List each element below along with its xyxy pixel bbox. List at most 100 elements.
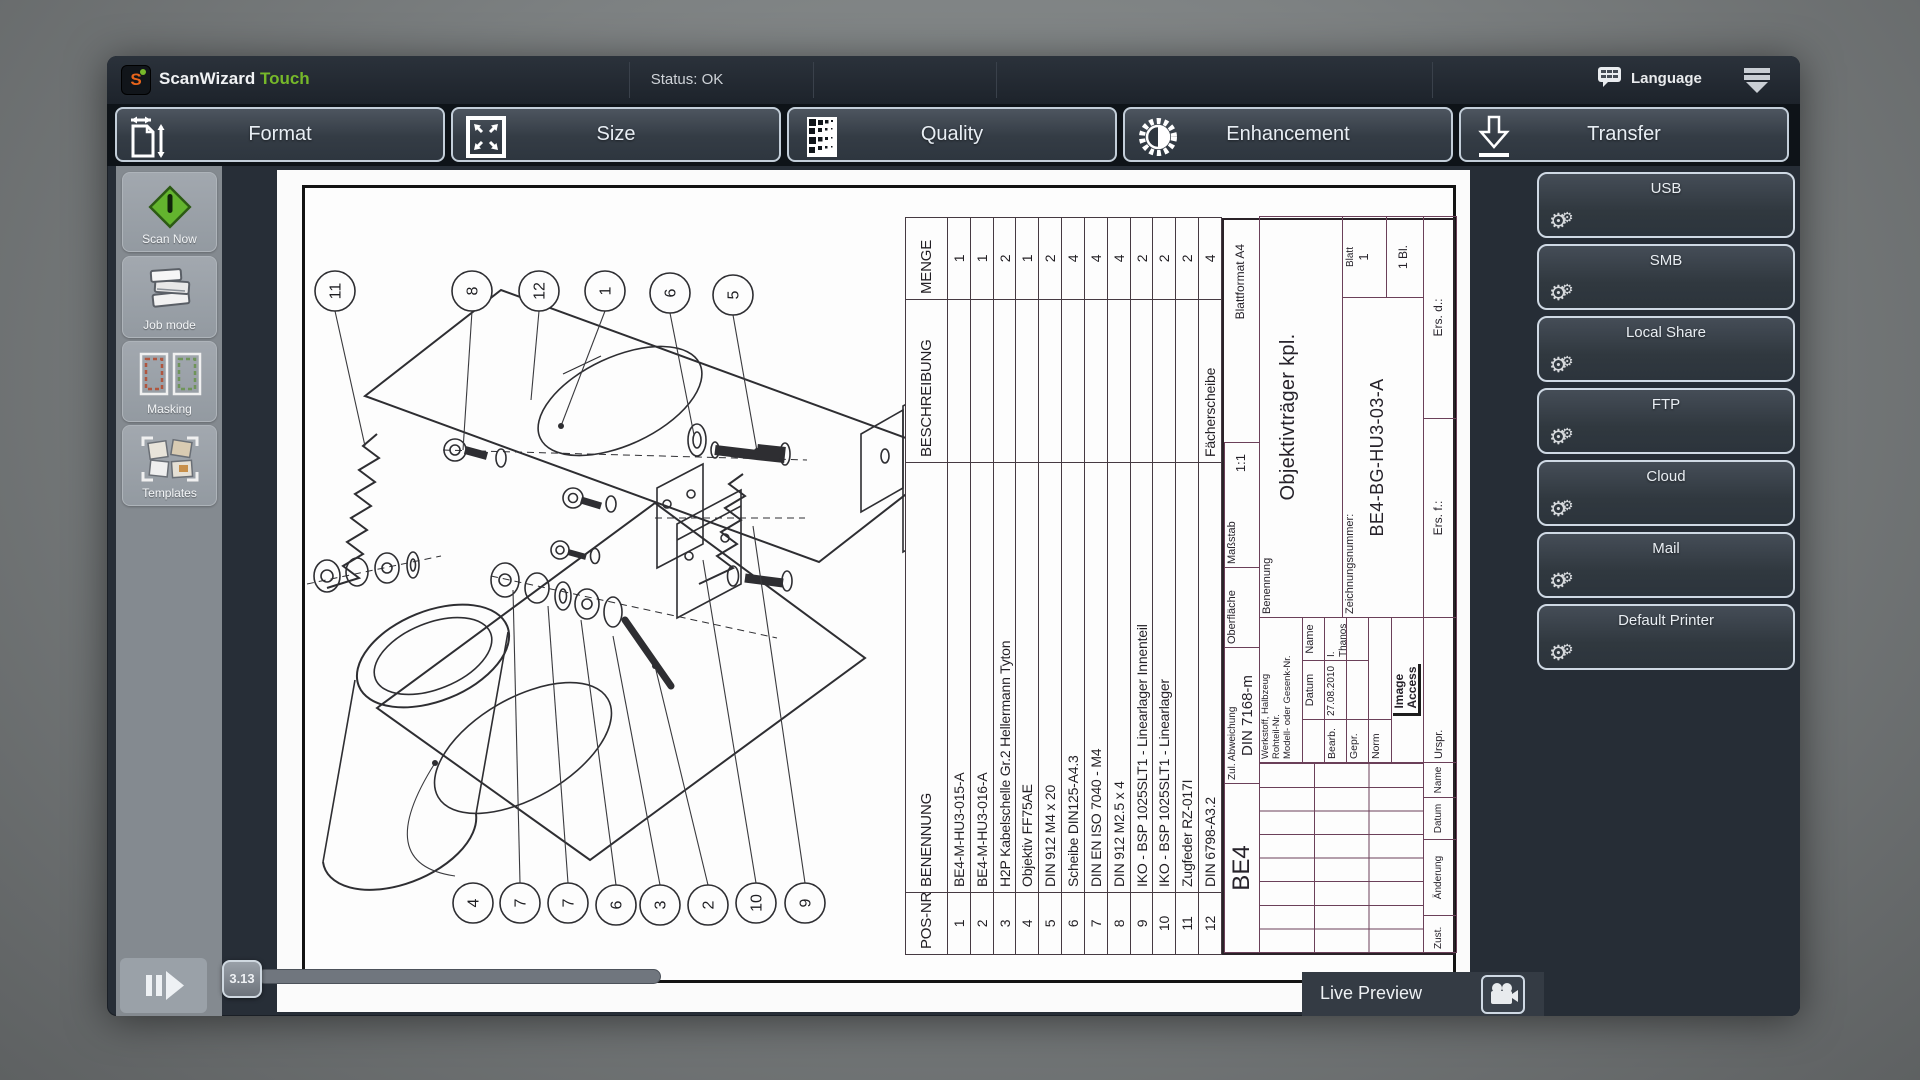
menu-dropdown-button[interactable]	[1739, 65, 1775, 95]
gears-icon: ⚙⚙	[1549, 355, 1573, 376]
scanned-page: 11 8 12 1 6 5 4 7 7 6 3 2 10 9 POS-NR.	[302, 185, 1456, 983]
scan-now-button[interactable]: Scan Now	[122, 172, 217, 252]
transfer-ftp-button[interactable]: FTP ⚙⚙	[1537, 388, 1795, 454]
table-row: 6Scheibe DIN125-A4.34	[1062, 218, 1085, 955]
transfer-smb-button[interactable]: SMB ⚙⚙	[1537, 244, 1795, 310]
templates-label: Templates	[123, 486, 216, 500]
language-label: Language	[1631, 70, 1702, 87]
preview-scrollbar[interactable]	[257, 969, 661, 984]
balloon-label: 5	[726, 290, 743, 299]
tab-size-label: Size	[453, 109, 779, 160]
titleblock-designation: Benennung Objektivträger kpl.	[1259, 216, 1343, 618]
balloon-label: 7	[513, 898, 530, 907]
titleblock-surface: Oberfläche	[1224, 567, 1260, 648]
gears-icon: ⚙⚙	[1549, 571, 1573, 592]
titleblock-be4: BE4	[1224, 783, 1260, 953]
gears-icon: ⚙⚙	[1549, 211, 1573, 232]
top-bar: S ScanWizard Touch Status: OK Language	[107, 56, 1800, 104]
topbar-separator	[1432, 62, 1433, 98]
titleblock-ers-f: Ers. f.:	[1423, 418, 1457, 618]
language-selector[interactable]: Language	[1597, 66, 1702, 94]
topbar-separator	[813, 62, 814, 98]
tab-format-label: Format	[117, 109, 443, 160]
left-sidebar: Scan Now Job mode Masking	[116, 166, 222, 1016]
status-text: Status: OK	[587, 71, 787, 88]
parts-header-pos: POS-NR.	[906, 893, 948, 955]
video-camera-icon	[1483, 977, 1523, 1012]
zoom-value-badge[interactable]: 3.13	[222, 960, 262, 998]
titleblock-material: Werkstoff, Halbzeug Rohteil-Nr. Modell- …	[1259, 617, 1303, 763]
live-preview-label: Live Preview	[1320, 983, 1422, 1004]
topbar-separator	[996, 62, 997, 98]
drawing-number: BE4-BG-HU3-03-A	[1367, 301, 1388, 614]
image-access-logo: Image Access	[1391, 617, 1424, 763]
titleblock-blank-cell	[1368, 617, 1392, 720]
tab-format[interactable]: Format	[115, 107, 445, 162]
title-block: BE4 Zul. Abweichung DIN 7168-m Oberfläch…	[1222, 218, 1455, 955]
transfer-mail-label: Mail	[1539, 540, 1793, 557]
tab-size[interactable]: Size	[451, 107, 781, 162]
masking-button[interactable]: Masking	[122, 341, 217, 422]
live-preview-camera-button[interactable]	[1481, 975, 1525, 1014]
tab-enhancement-label: Enhancement	[1125, 109, 1451, 160]
table-row: 1BE4-M-HU3-015-A1	[948, 218, 971, 955]
parts-header-beschreibung: BESCHREIBUNG	[906, 300, 948, 463]
balloon-label: 1	[598, 286, 615, 295]
tab-transfer-label: Transfer	[1461, 109, 1787, 160]
revision-name: Name	[1423, 762, 1457, 798]
transfer-cloud-button[interactable]: Cloud ⚙⚙	[1537, 460, 1795, 526]
balloon-label: 10	[749, 894, 766, 912]
titleblock-urspr: Urspr.	[1423, 617, 1457, 763]
titleblock-blank-cell	[1346, 660, 1369, 720]
scan-now-diamond-icon	[144, 181, 196, 233]
transfer-local-share-label: Local Share	[1539, 324, 1793, 341]
transfer-local-share-button[interactable]: Local Share ⚙⚙	[1537, 316, 1795, 382]
titleblock-norm: Norm	[1368, 719, 1392, 763]
table-row: 11Zugfeder RZ-017I2	[1176, 218, 1199, 955]
balloon-label: 8	[465, 286, 482, 295]
tab-quality[interactable]: Quality	[787, 107, 1117, 162]
tab-transfer[interactable]: Transfer	[1459, 107, 1789, 162]
revision-grid	[1259, 763, 1424, 953]
titleblock-drawing-number: Zeichnungsnummer: BE4-BG-HU3-03-A	[1342, 297, 1424, 618]
gears-icon: ⚙⚙	[1549, 499, 1573, 520]
revision-zust: Zust.	[1423, 915, 1457, 953]
balloon-label: 6	[609, 900, 626, 909]
transfer-mail-button[interactable]: Mail ⚙⚙	[1537, 532, 1795, 598]
transfer-usb-button[interactable]: USB ⚙⚙	[1537, 172, 1795, 238]
masking-pages-icon	[137, 350, 203, 400]
transfer-default-printer-button[interactable]: Default Printer ⚙⚙	[1537, 604, 1795, 670]
balloon-label: 4	[466, 898, 483, 907]
parts-header-menge: MENGE	[906, 218, 948, 300]
table-row: 10IKO - BSP 1025SLT1 - Linearlager2	[1153, 218, 1176, 955]
transfer-ftp-label: FTP	[1539, 396, 1793, 413]
table-row: 12DIN 6798-A3.2Fächerscheibe4	[1199, 218, 1222, 955]
titleblock-bearb: Bearb.	[1324, 719, 1347, 763]
job-mode-button[interactable]: Job mode	[122, 256, 217, 338]
titleblock-sheet-format: Blattformat A4	[1226, 216, 1260, 443]
pause-play-button[interactable]	[120, 958, 207, 1013]
transfer-smb-label: SMB	[1539, 252, 1793, 269]
templates-button[interactable]: Templates	[122, 425, 217, 506]
balloon-label: 7	[561, 898, 578, 907]
revision-datum: Datum	[1423, 797, 1457, 840]
app-title-suffix: Touch	[260, 69, 310, 88]
balloon-label: 12	[532, 282, 549, 300]
balloon-label: 3	[653, 900, 670, 909]
balloon-label: 6	[663, 288, 680, 297]
scanwizard-window: S ScanWizard Touch Status: OK Language	[107, 56, 1800, 1016]
language-bubble-icon	[1597, 66, 1623, 88]
table-row: 3H2P Kabelschelle Gr.2 Hellermann Tyton2	[993, 218, 1016, 955]
table-row: 5DIN 912 M4 x 202	[1039, 218, 1062, 955]
transfer-usb-label: USB	[1539, 180, 1793, 197]
app-title: ScanWizard Touch	[159, 69, 310, 89]
table-row: 4Objektiv FF75AE1	[1016, 218, 1039, 955]
job-mode-books-icon	[141, 265, 199, 317]
titleblock-tolerance: Zul. Abweichung DIN 7168-m	[1224, 647, 1260, 784]
titleblock-gepr: Gepr.	[1346, 719, 1369, 763]
exploded-view-drawing: 11 8 12 1 6 5 4 7 7 6 3 2 10 9	[305, 188, 905, 980]
titleblock-scale: Maßstab 1:1	[1224, 442, 1260, 568]
titleblock-bearb-date: 27.08.2010	[1324, 660, 1347, 720]
tab-enhancement[interactable]: Enhancement	[1123, 107, 1453, 162]
table-row: 2BE4-M-HU3-016-A1	[970, 218, 993, 955]
